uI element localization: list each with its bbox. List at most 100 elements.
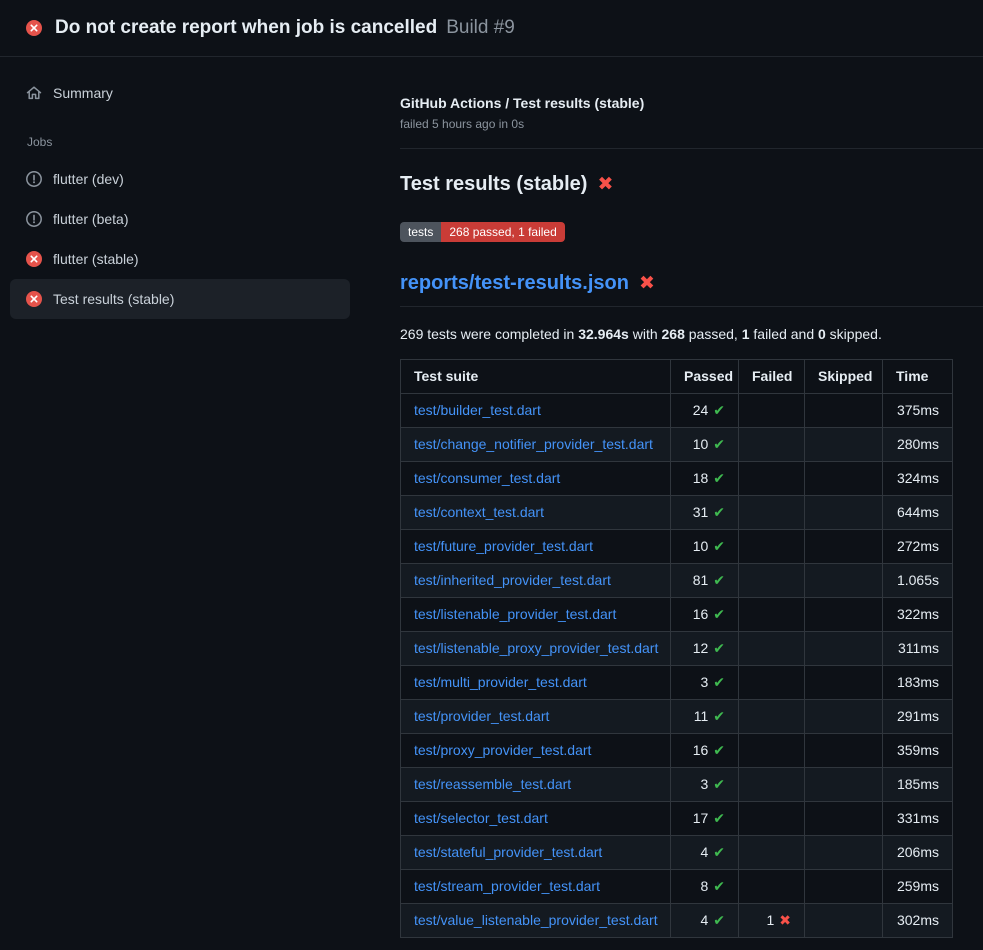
page-title: Do not create report when job is cancell… — [55, 17, 437, 39]
column-header-passed: Passed — [671, 360, 739, 394]
summary-text: failed and — [750, 326, 819, 342]
x-circle-icon — [26, 20, 42, 36]
sidebar-item-test-results-stable[interactable]: Test results (stable) — [10, 279, 350, 319]
passed-cell: 81✔ — [671, 564, 739, 598]
failed-cell — [739, 496, 805, 530]
skipped-cell — [805, 428, 883, 462]
failed-cell — [739, 802, 805, 836]
sidebar-item-flutter-beta[interactable]: flutter (beta) — [10, 199, 350, 239]
summary-duration: 32.964s — [578, 326, 629, 342]
skipped-cell — [805, 700, 883, 734]
test-suite-cell: test/stream_provider_test.dart — [401, 870, 671, 904]
passed-cell: 4✔ — [671, 904, 739, 938]
passed-cell: 8✔ — [671, 870, 739, 904]
exclamation-circle-icon — [26, 211, 42, 227]
failed-cell — [739, 632, 805, 666]
sidebar-job-label: flutter (dev) — [53, 169, 124, 189]
test-suite-cell: test/multi_provider_test.dart — [401, 666, 671, 700]
test-suite-link[interactable]: test/value_listenable_provider_test.dart — [414, 912, 658, 928]
test-results-table: Test suite Passed Failed Skipped Time te… — [400, 359, 953, 938]
skipped-cell — [805, 768, 883, 802]
summary-text: skipped. — [826, 326, 882, 342]
table-row: test/multi_provider_test.dart3✔183ms — [401, 666, 953, 700]
failed-cell — [739, 394, 805, 428]
skipped-cell — [805, 496, 883, 530]
test-suite-link[interactable]: test/future_provider_test.dart — [414, 538, 593, 554]
passed-cell: 16✔ — [671, 734, 739, 768]
skipped-cell — [805, 598, 883, 632]
test-suite-link[interactable]: test/inherited_provider_test.dart — [414, 572, 611, 588]
sidebar-summary-label: Summary — [53, 83, 113, 103]
table-row: test/future_provider_test.dart10✔272ms — [401, 530, 953, 564]
test-suite-link[interactable]: test/multi_provider_test.dart — [414, 674, 587, 690]
passed-cell: 31✔ — [671, 496, 739, 530]
time-cell: 1.065s — [883, 564, 953, 598]
test-suite-link[interactable]: test/listenable_proxy_provider_test.dart — [414, 640, 658, 656]
skipped-cell — [805, 632, 883, 666]
sidebar-job-label: Test results (stable) — [53, 289, 174, 309]
skipped-cell — [805, 904, 883, 938]
skipped-cell — [805, 564, 883, 598]
time-cell: 375ms — [883, 394, 953, 428]
test-suite-cell: test/selector_test.dart — [401, 802, 671, 836]
skipped-cell — [805, 530, 883, 564]
build-number: Build #9 — [446, 17, 515, 39]
failed-cell — [739, 598, 805, 632]
summary-passed-count: 268 — [662, 326, 685, 342]
test-suite-link[interactable]: test/selector_test.dart — [414, 810, 548, 826]
sidebar-item-summary[interactable]: Summary — [10, 73, 350, 113]
section-title: Test results (stable) — [400, 173, 587, 196]
test-suite-link[interactable]: test/change_notifier_provider_test.dart — [414, 436, 653, 452]
table-row: test/reassemble_test.dart3✔185ms — [401, 768, 953, 802]
sidebar: Summary Jobs flutter (dev) flutter (beta… — [0, 57, 400, 319]
table-row: test/proxy_provider_test.dart16✔359ms — [401, 734, 953, 768]
time-cell: 183ms — [883, 666, 953, 700]
check-icon: ✔ — [713, 742, 725, 758]
summary-skipped-count: 0 — [818, 326, 826, 342]
table-row: test/change_notifier_provider_test.dart1… — [401, 428, 953, 462]
report-link[interactable]: reports/test-results.json — [400, 272, 629, 295]
badge-label: tests — [400, 222, 441, 242]
test-suite-cell: test/reassemble_test.dart — [401, 768, 671, 802]
section-title-row: Test results (stable) ✖ — [400, 173, 983, 196]
time-cell: 185ms — [883, 768, 953, 802]
time-cell: 324ms — [883, 462, 953, 496]
test-suite-link[interactable]: test/reassemble_test.dart — [414, 776, 571, 792]
sidebar-item-flutter-stable[interactable]: flutter (stable) — [10, 239, 350, 279]
skipped-cell — [805, 734, 883, 768]
test-suite-link[interactable]: test/provider_test.dart — [414, 708, 549, 724]
table-row: test/listenable_proxy_provider_test.dart… — [401, 632, 953, 666]
table-header-row: Test suite Passed Failed Skipped Time — [401, 360, 953, 394]
sidebar-item-flutter-dev[interactable]: flutter (dev) — [10, 159, 350, 199]
column-header-time: Time — [883, 360, 953, 394]
check-icon: ✔ — [713, 708, 725, 724]
passed-cell: 11✔ — [671, 700, 739, 734]
test-suite-link[interactable]: test/proxy_provider_test.dart — [414, 742, 591, 758]
check-icon: ✔ — [713, 810, 725, 826]
report-heading-row: reports/test-results.json ✖ — [400, 272, 983, 307]
time-cell: 206ms — [883, 836, 953, 870]
test-suite-link[interactable]: test/builder_test.dart — [414, 402, 541, 418]
test-suite-link[interactable]: test/context_test.dart — [414, 504, 544, 520]
check-run-header: Do not create report when job is cancell… — [0, 0, 983, 57]
time-cell: 259ms — [883, 870, 953, 904]
test-suite-link[interactable]: test/stream_provider_test.dart — [414, 878, 600, 894]
passed-cell: 4✔ — [671, 836, 739, 870]
run-meta: failed 5 hours ago in 0s — [400, 117, 983, 131]
skipped-cell — [805, 462, 883, 496]
summary-text: 269 tests were completed in — [400, 326, 578, 342]
failed-cell — [739, 462, 805, 496]
summary-line: 269 tests were completed in 32.964s with… — [400, 326, 983, 342]
table-row: test/inherited_provider_test.dart 81✔ 1.06… — [401, 564, 953, 598]
fail-x-icon: ✖ — [639, 274, 655, 293]
check-icon: ✔ — [713, 436, 725, 452]
test-suite-link[interactable]: test/listenable_provider_test.dart — [414, 606, 616, 622]
test-suite-link[interactable]: test/consumer_test.dart — [414, 470, 560, 486]
table-row: test/stream_provider_test.dart 8✔ 259ms — [401, 870, 953, 904]
failed-cell — [739, 768, 805, 802]
divider — [400, 148, 983, 149]
fail-x-icon: ✖ — [597, 175, 613, 194]
skipped-cell — [805, 666, 883, 700]
column-header-failed: Failed — [739, 360, 805, 394]
test-suite-link[interactable]: test/stateful_provider_test.dart — [414, 844, 602, 860]
